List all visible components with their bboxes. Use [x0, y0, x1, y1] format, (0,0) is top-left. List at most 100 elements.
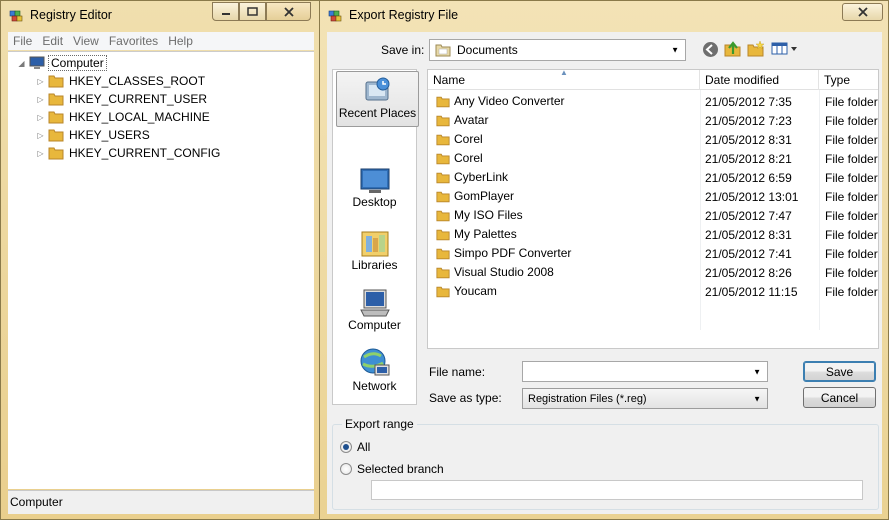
file-name-label: File name:: [429, 365, 486, 379]
file-type-cell: File folder: [825, 228, 878, 242]
dialog-title: Export Registry File: [349, 8, 459, 22]
save-as-type-value: Registration Files (*.reg): [528, 392, 647, 405]
selected-branch-input[interactable]: [371, 480, 863, 500]
folder-icon: [436, 153, 450, 164]
file-row[interactable]: Avatar 21/05/2012 7:23 File folder: [428, 111, 878, 130]
file-date-cell: 21/05/2012 7:47: [705, 209, 792, 223]
place-label: Computer: [348, 318, 401, 332]
file-row[interactable]: My Palettes 21/05/2012 8:31 File folder: [428, 225, 878, 244]
expand-arrow-icon[interactable]: ▷: [36, 77, 45, 86]
file-list-header: ▲ Name Date modified Type: [428, 70, 878, 90]
registry-tree[interactable]: ◢ Computer ▷ HKEY_CLASSES_ROOT ▷ HKEY_CU…: [8, 51, 314, 489]
file-row[interactable]: My ISO Files 21/05/2012 7:47 File folder: [428, 206, 878, 225]
registry-editor-titlebar[interactable]: Registry Editor: [1, 1, 319, 31]
back-icon[interactable]: [702, 41, 719, 58]
radio-checked-icon[interactable]: [340, 441, 352, 453]
file-row[interactable]: GomPlayer 21/05/2012 13:01 File folder: [428, 187, 878, 206]
file-date-cell: 21/05/2012 7:35: [705, 95, 792, 109]
file-row[interactable]: Visual Studio 2008 21/05/2012 8:26 File fo…: [428, 263, 878, 282]
menu-help[interactable]: Help: [163, 32, 198, 50]
file-name-text: Visual Studio 2008: [454, 265, 554, 279]
save-button[interactable]: Save: [803, 361, 876, 382]
tree-node-hive[interactable]: ▷ HKEY_USERS: [36, 126, 152, 144]
place-libraries[interactable]: Libraries: [333, 228, 416, 276]
maximize-button[interactable]: [239, 2, 266, 21]
menu-view[interactable]: View: [68, 32, 104, 50]
place-network[interactable]: Network: [333, 347, 416, 397]
file-name-cell: Youcam: [436, 284, 497, 298]
expand-arrow-icon[interactable]: ▷: [36, 131, 45, 140]
file-date-cell: 21/05/2012 6:59: [705, 171, 792, 185]
file-row[interactable]: Youcam 21/05/2012 11:15 File folder: [428, 282, 878, 301]
minimize-button[interactable]: [212, 2, 239, 21]
menu-favorites[interactable]: Favorites: [104, 32, 163, 50]
file-name-text: GomPlayer: [454, 189, 515, 203]
sort-ascending-icon: ▲: [560, 69, 568, 77]
place-recent-places[interactable]: Recent Places: [336, 71, 419, 127]
file-name-text: Any Video Converter: [454, 94, 565, 108]
folder-icon: [436, 172, 450, 183]
folder-icon: [436, 96, 450, 107]
dropdown-arrow-icon: ▼: [753, 394, 761, 403]
expand-arrow-icon[interactable]: ▷: [36, 95, 45, 104]
desktop-icon: [360, 168, 389, 193]
file-name-input[interactable]: ▼: [522, 361, 768, 382]
dialog-body: Save in: Documents ▼ Recent Places Deskt…: [327, 32, 882, 514]
folder-icon: [436, 191, 450, 202]
file-name-cell: Corel: [436, 151, 483, 165]
cancel-button[interactable]: Cancel: [803, 387, 876, 408]
tree-label-hive: HKEY_LOCAL_MACHINE: [69, 110, 210, 124]
view-menu-icon[interactable]: [771, 42, 799, 56]
file-list[interactable]: ▲ Name Date modified Type Any Video Conv…: [427, 69, 879, 349]
expand-arrow-icon[interactable]: ▷: [36, 113, 45, 122]
column-header-type[interactable]: Type: [819, 70, 878, 90]
file-type-cell: File folder: [825, 152, 878, 166]
tree-node-hive[interactable]: ▷ HKEY_CURRENT_USER: [36, 90, 209, 108]
file-name-cell: My Palettes: [436, 227, 517, 241]
tree-node-computer[interactable]: ◢ Computer: [17, 54, 107, 72]
export-range-group: Export range All Selected branch: [332, 417, 879, 510]
dropdown-arrow-icon[interactable]: ▼: [753, 367, 761, 376]
radio-all[interactable]: All: [340, 440, 370, 454]
up-folder-icon[interactable]: [724, 40, 742, 58]
place-desktop[interactable]: Desktop: [333, 167, 416, 215]
file-row[interactable]: CyberLink 21/05/2012 6:59 File folder: [428, 168, 878, 187]
save-as-type-dropdown[interactable]: Registration Files (*.reg) ▼: [522, 388, 768, 409]
menu-file[interactable]: File: [8, 32, 37, 50]
file-type-cell: File folder: [825, 285, 878, 299]
registry-editor-icon: [328, 10, 342, 22]
file-row[interactable]: Corel 21/05/2012 8:21 File folder: [428, 149, 878, 168]
file-date-cell: 21/05/2012 7:23: [705, 114, 792, 128]
file-name-cell: GomPlayer: [436, 189, 514, 203]
close-button[interactable]: [266, 2, 311, 21]
dialog-titlebar[interactable]: Export Registry File: [320, 1, 888, 31]
save-in-dropdown[interactable]: Documents ▼: [429, 39, 686, 61]
menu-edit[interactable]: Edit: [37, 32, 68, 50]
radio-unchecked-icon[interactable]: [340, 463, 352, 475]
file-name-text: My ISO Files: [454, 208, 523, 222]
place-computer[interactable]: Computer: [333, 288, 416, 336]
radio-selected-branch[interactable]: Selected branch: [340, 462, 444, 476]
libraries-icon: [361, 231, 388, 257]
collapse-arrow-icon[interactable]: ◢: [17, 59, 26, 68]
column-header-date[interactable]: Date modified: [700, 70, 819, 90]
radio-all-label: All: [357, 440, 371, 454]
tree-node-hive[interactable]: ▷ HKEY_CURRENT_CONFIG: [36, 144, 222, 162]
place-label: Recent Places: [338, 106, 417, 120]
dialog-close-button[interactable]: [842, 3, 883, 21]
tree-label-hive: HKEY_CURRENT_USER: [69, 92, 208, 106]
registry-editor-window: Registry Editor File Edit View Favorites…: [0, 0, 320, 520]
column-header-name[interactable]: ▲ Name: [428, 70, 700, 90]
tree-node-hive[interactable]: ▷ HKEY_CLASSES_ROOT: [36, 72, 207, 90]
file-date-cell: 21/05/2012 7:41: [705, 247, 792, 261]
tree-label-hive: HKEY_CURRENT_CONFIG: [69, 146, 221, 160]
file-row[interactable]: Simpo PDF Converter 21/05/2012 7:41 File f…: [428, 244, 878, 263]
export-dialog: Export Registry File Save in: Documents …: [319, 0, 889, 520]
expand-arrow-icon[interactable]: ▷: [36, 149, 45, 158]
file-name-text: Avatar: [454, 113, 489, 127]
tree-node-hive[interactable]: ▷ HKEY_LOCAL_MACHINE: [36, 108, 212, 126]
new-folder-icon[interactable]: [747, 40, 765, 58]
folder-icon: [48, 147, 64, 160]
file-row[interactable]: Corel 21/05/2012 8:31 File folder: [428, 130, 878, 149]
file-row[interactable]: Any Video Converter 21/05/2012 7:35 File f…: [428, 92, 878, 111]
